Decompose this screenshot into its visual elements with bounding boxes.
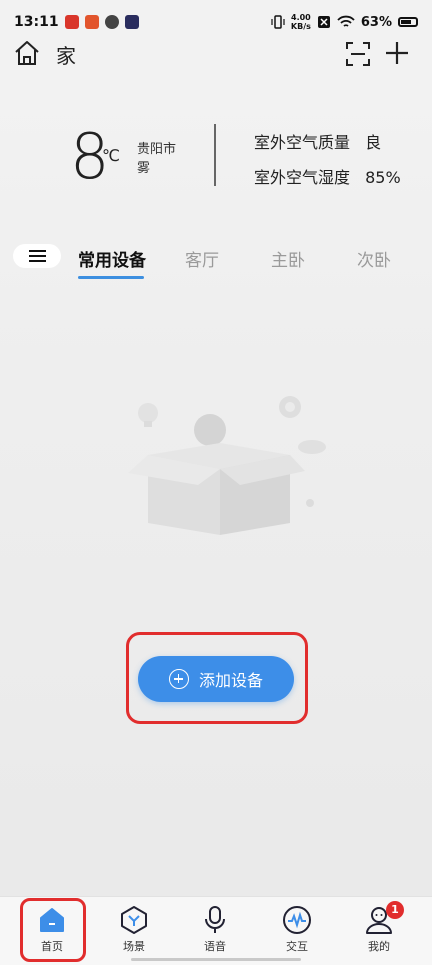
menu-button[interactable] — [13, 244, 61, 268]
notification-app-icon — [64, 15, 79, 29]
notification-app-icon — [104, 15, 119, 29]
tab-common-devices[interactable]: 常用设备 — [78, 246, 146, 271]
temperature-unit: ℃ — [102, 146, 120, 165]
status-right: 4.00 KB/s 63% — [271, 13, 418, 31]
nav-profile[interactable]: 1 我的 — [349, 901, 409, 957]
air-quality: 室外空气质量 良 — [254, 129, 381, 153]
top-bar: 家 — [0, 34, 432, 74]
nav-label: 场景 — [123, 940, 145, 953]
nav-label: 语音 — [204, 940, 226, 953]
highlight-box — [20, 898, 86, 962]
room-tabs: 常用设备 客厅 主卧 次卧 — [0, 236, 432, 282]
weather-divider — [214, 124, 216, 186]
empty-box-illustration — [128, 396, 326, 535]
tab-living-room[interactable]: 客厅 — [185, 246, 219, 271]
status-time: 13:11 — [14, 14, 59, 30]
network-speed-value: 4.00 — [291, 13, 311, 22]
city-name: 贵阳市 — [137, 142, 177, 157]
home-indicator — [131, 958, 301, 961]
humidity-value: 85% — [365, 168, 401, 187]
nav-label: 交互 — [286, 940, 308, 953]
home-icon[interactable] — [12, 38, 42, 68]
nav-voice[interactable]: 语音 — [185, 905, 245, 957]
add-icon[interactable] — [384, 40, 410, 66]
status-left: 13:11 — [14, 14, 139, 30]
network-speed-unit: KB/s — [290, 22, 311, 31]
notification-app-icon — [84, 15, 99, 29]
network-speed: 4.00 KB/s — [291, 13, 311, 31]
humidity: 室外空气湿度 85% — [254, 164, 401, 188]
nav-interaction[interactable]: 交互 — [267, 905, 327, 957]
scan-icon[interactable] — [344, 40, 372, 68]
battery-icon — [398, 17, 418, 27]
sim-off-icon — [317, 16, 330, 28]
interaction-icon — [282, 905, 312, 935]
profile-icon: 1 — [364, 901, 404, 935]
air-quality-label: 室外空气质量 — [254, 133, 351, 152]
notification-badge: 1 — [386, 901, 404, 919]
tab-second-bedroom[interactable]: 次卧 — [357, 246, 391, 271]
microphone-icon — [200, 905, 230, 935]
air-quality-value: 良 — [365, 133, 382, 152]
nav-label: 我的 — [368, 940, 390, 953]
tab-master-bedroom[interactable]: 主卧 — [271, 246, 305, 271]
notification-app-icon — [124, 15, 139, 29]
vibrate-icon — [271, 15, 285, 29]
scene-icon — [119, 905, 149, 935]
active-tab-indicator — [78, 276, 144, 279]
weather-panel: 8 ℃ 贵阳市 雾 室外空气质量 良 室外空气湿度 85% — [0, 120, 432, 200]
weather-condition: 雾 — [137, 161, 151, 176]
humidity-label: 室外空气湿度 — [254, 168, 351, 187]
wifi-icon — [337, 15, 355, 27]
nav-scene[interactable]: 场景 — [104, 905, 164, 957]
battery-percent: 63% — [360, 14, 392, 30]
highlight-box — [126, 632, 308, 724]
home-name[interactable]: 家 — [56, 40, 76, 69]
